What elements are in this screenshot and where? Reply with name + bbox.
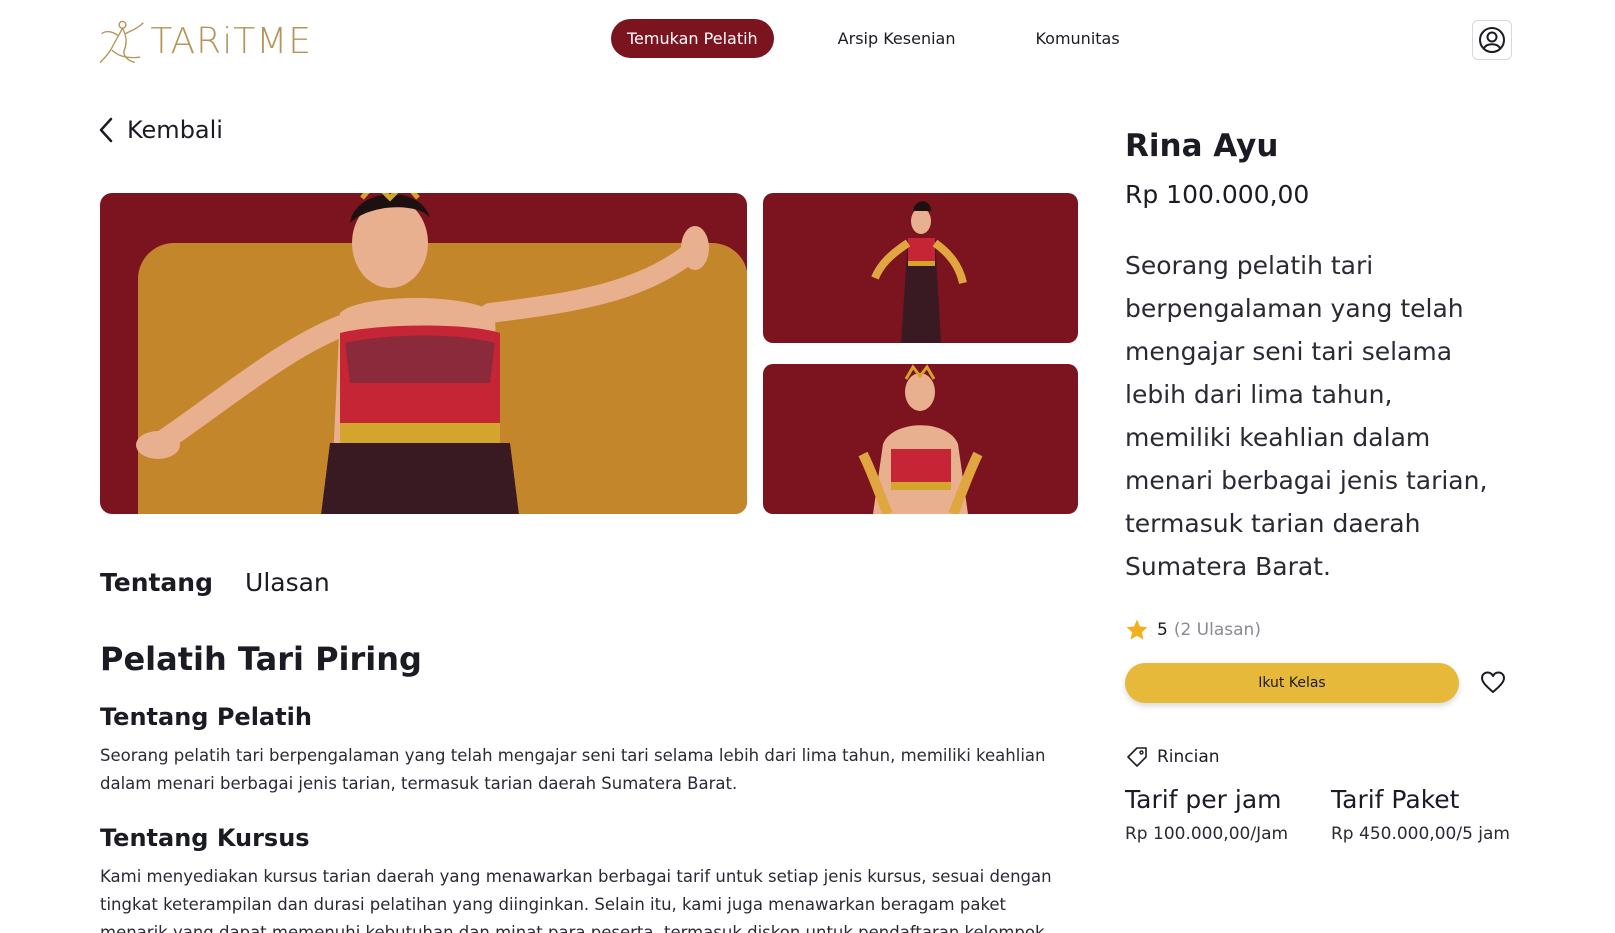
details-label: Rincian: [1157, 747, 1220, 767]
trainer-name: Rina Ayu: [1125, 128, 1279, 164]
package-rate: Tarif Paket Rp 450.000,00/5 jam: [1331, 785, 1510, 844]
join-class-button[interactable]: Ikut Kelas: [1125, 663, 1459, 703]
heart-icon: [1481, 671, 1505, 693]
dancer-logo-icon: [99, 20, 144, 63]
brand-name: TARiTME: [150, 20, 312, 62]
dancer-figure-image: [136, 193, 709, 514]
top-header: TARiTME Temukan Pelatih Arsip Kesenian K…: [0, 0, 1615, 80]
dancer-thumbnail-image: [871, 201, 967, 343]
profile-button[interactable]: [1472, 20, 1512, 60]
trainer-about-text: Seorang pelatih tari berpengalaman yang …: [100, 746, 1046, 793]
main-trainer-photo[interactable]: [100, 193, 747, 514]
user-circle-icon: [1479, 27, 1505, 53]
nav-temukan-pelatih[interactable]: Temukan Pelatih: [611, 19, 774, 58]
review-count: (2 Ulasan): [1173, 620, 1261, 640]
nav-komunitas[interactable]: Komunitas: [1019, 19, 1135, 58]
rate-value: Rp 450.000,00/5 jam: [1331, 824, 1510, 844]
course-title: Pelatih Tari Piring: [100, 640, 422, 678]
favorite-button[interactable]: [1480, 670, 1506, 696]
nav-arsip-kesenian[interactable]: Arsip Kesenian: [822, 19, 972, 58]
rating-summary[interactable]: 5 (2 Ulasan): [1125, 618, 1261, 642]
rate-title: Tarif per jam: [1125, 785, 1282, 814]
tab-ulasan[interactable]: Ulasan: [245, 568, 330, 597]
trainer-price: Rp 100.000,00: [1125, 180, 1310, 209]
back-link[interactable]: Kembali: [97, 116, 223, 144]
course-about-text: Kami menyediakan kursus tarian daerah ya…: [100, 867, 1052, 933]
trainer-description: Seorang pelatih tari berpengalaman yang …: [1125, 251, 1488, 581]
hourly-rate: Tarif per jam Rp 100.000,00/Jam: [1125, 785, 1288, 844]
details-section-header: Rincian: [1125, 745, 1220, 769]
main-nav: Temukan Pelatih Arsip Kesenian Komunitas: [611, 19, 1136, 58]
gallery-thumbnail[interactable]: [763, 193, 1078, 343]
gallery-thumbnail[interactable]: [763, 364, 1078, 514]
detail-tabs: Tentang Ulasan: [100, 568, 330, 597]
tab-tentang[interactable]: Tentang: [100, 568, 213, 597]
tag-icon: [1127, 747, 1147, 767]
rate-value: Rp 100.000,00/Jam: [1125, 824, 1289, 844]
trainer-heading: Tentang Pelatih: [100, 703, 312, 731]
chevron-left-icon: [99, 117, 113, 143]
back-label: Kembali: [127, 116, 223, 144]
rating-value: 5: [1157, 620, 1168, 640]
star-icon: [1126, 619, 1148, 640]
course-heading: Tentang Kursus: [100, 824, 310, 852]
dancer-thumbnail-image: [858, 364, 983, 514]
rate-title: Tarif Paket: [1331, 785, 1460, 814]
brand-logo[interactable]: TARiTME: [97, 12, 312, 70]
